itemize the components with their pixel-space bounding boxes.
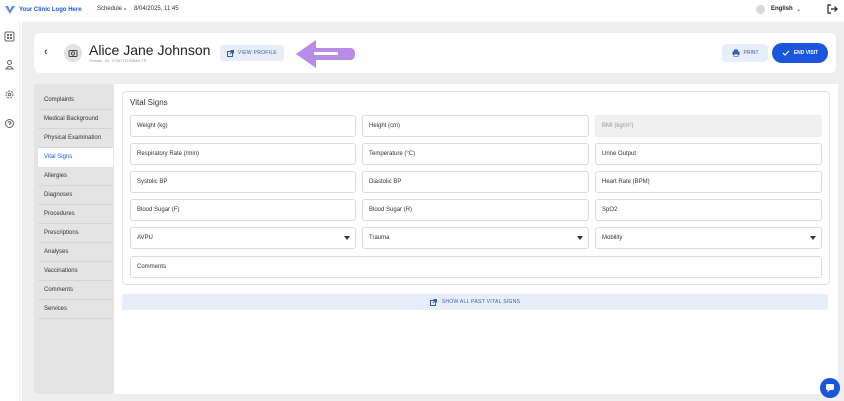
spo2-field[interactable]: SpO2 — [595, 199, 822, 221]
annotation-arrow-icon — [296, 40, 355, 68]
systolic-bp-field[interactable]: Systolic BP — [130, 171, 356, 193]
comments-field[interactable]: Comments — [130, 256, 822, 278]
user-icon[interactable] — [4, 59, 15, 70]
view-profile-button[interactable]: VIEW PROFILE — [220, 45, 284, 61]
nav-item-complaints[interactable]: Complaints — [38, 91, 113, 110]
dashboard-icon[interactable] — [4, 31, 15, 42]
patient-meta: Female, 34, 1739171153686-TR — [89, 58, 147, 63]
print-label: PRINT — [743, 50, 759, 56]
logout-icon[interactable] — [826, 3, 838, 15]
external-link-icon — [226, 49, 234, 57]
blood-sugar-r-field[interactable]: Blood Sugar (R) — [362, 199, 589, 221]
mobility-select-label: Mobility — [602, 235, 623, 241]
clinic-logo-icon — [5, 6, 15, 14]
avpu-select-label: AVPU — [137, 235, 153, 241]
blood-sugar-f-field[interactable]: Blood Sugar (F) — [130, 199, 356, 221]
nav-item-physical-examination[interactable]: Physical Examination — [38, 129, 113, 148]
top-bar: Your Clinic Logo Here — [0, 0, 844, 20]
dropdown-caret-icon — [577, 236, 583, 240]
nav-item-diagnoses[interactable]: Diagnoses — [38, 186, 113, 205]
nav-item-prescriptions[interactable]: Prescriptions — [38, 224, 113, 243]
weight-field[interactable]: Weight (kg) — [130, 115, 356, 137]
nav-item-analyses[interactable]: Analyses — [38, 243, 113, 262]
left-rail — [0, 22, 20, 401]
heart-rate-field[interactable]: Heart Rate (BPM) — [595, 171, 822, 193]
height-field[interactable]: Height (cm) — [362, 115, 589, 137]
printer-icon — [732, 49, 739, 57]
nav-item-medical-background[interactable]: Medical Background — [38, 110, 113, 129]
show-past-vitals-button[interactable]: SHOW ALL PAST VITAL SIGNS — [122, 294, 828, 310]
clinic-logo-text: Your Clinic Logo Here — [19, 7, 82, 13]
dropdown-caret-icon — [810, 236, 816, 240]
mobility-select[interactable]: Mobility — [595, 227, 822, 249]
avpu-select[interactable]: AVPU — [130, 227, 356, 249]
help-icon[interactable] — [4, 118, 15, 129]
camera-icon[interactable] — [64, 44, 82, 62]
bmi-field: BMI (kg/m²) — [595, 115, 822, 137]
end-visit-button[interactable]: END VISIT — [772, 43, 828, 63]
language-selector[interactable]: English — [771, 6, 793, 12]
back-arrow-icon[interactable]: ‹ — [44, 46, 56, 58]
language-flag-icon[interactable] — [756, 5, 765, 14]
nav-item-allergies[interactable]: Allergies — [38, 167, 113, 186]
clinic-logo[interactable]: Your Clinic Logo Here — [4, 4, 82, 16]
chevron-down-icon[interactable]: ⌄ — [796, 6, 801, 13]
nav-item-comments[interactable]: Comments — [38, 281, 113, 300]
trauma-select-label: Trauma — [369, 235, 390, 241]
nav-item-services[interactable]: Services — [38, 300, 113, 319]
dropdown-caret-icon — [344, 236, 350, 240]
external-link-icon — [429, 298, 437, 306]
nav-item-vital-signs[interactable]: Vital Signs — [38, 148, 113, 167]
patient-name: Alice Jane Johnson — [89, 42, 211, 58]
check-icon — [782, 50, 790, 56]
trauma-select[interactable]: Trauma — [362, 227, 589, 249]
urine-output-field[interactable]: Urine Output — [595, 143, 822, 165]
diastolic-bp-field[interactable]: Diastolic BP — [362, 171, 589, 193]
temperature-field[interactable]: Temperature (°C) — [362, 143, 589, 165]
separator-dot — [124, 8, 126, 10]
respiratory-rate-field[interactable]: Respiratory Rate (/min) — [130, 143, 356, 165]
view-profile-label: VIEW PROFILE — [237, 50, 278, 56]
nav-item-vaccinations[interactable]: Vaccinations — [38, 262, 113, 281]
chat-icon[interactable] — [820, 378, 840, 398]
current-datetime: 8/04/2025, 11:45 — [134, 6, 179, 12]
schedule-link[interactable]: Schedule — [97, 6, 122, 12]
show-past-vitals-label: SHOW ALL PAST VITAL SIGNS — [441, 299, 521, 305]
end-visit-label: END VISIT — [793, 50, 819, 56]
gear-icon[interactable] — [4, 89, 15, 100]
print-button[interactable]: PRINT — [722, 44, 768, 62]
nav-item-procedures[interactable]: Procedures — [38, 205, 113, 224]
vital-signs-title: Vital Signs — [130, 98, 168, 107]
